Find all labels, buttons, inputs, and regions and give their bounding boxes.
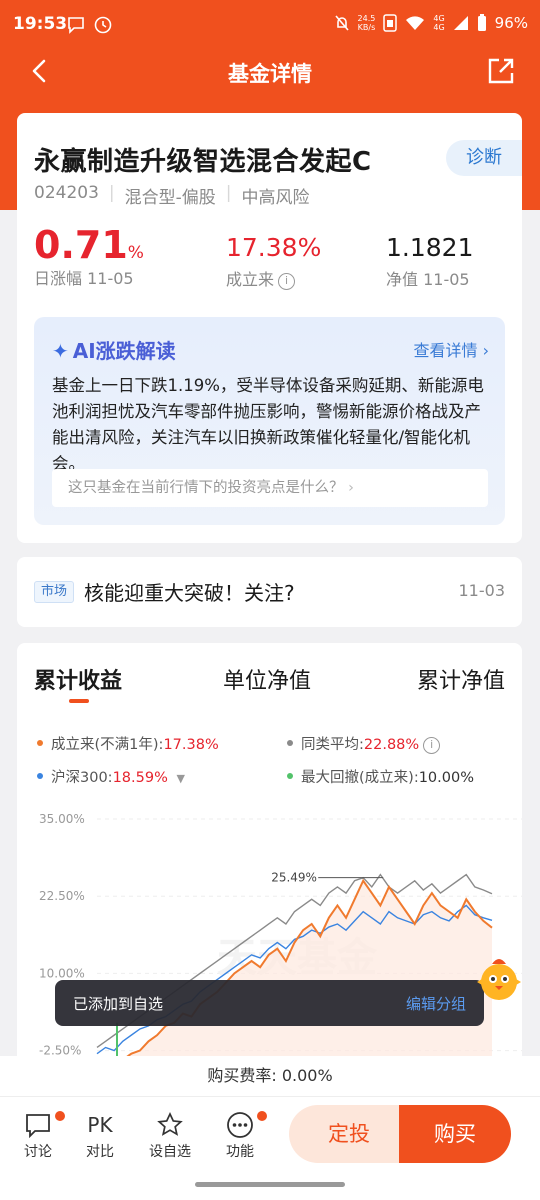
legend-hs300[interactable]: 沪深300:18.59% ▼ [37,766,185,787]
y-tick-label: -2.50% [39,1044,81,1056]
ai-analysis-box: ✦ AI涨跌解读 查看详情 › 基金上一日下跌1.19%，受半导体设备采购延期、新… [34,317,505,525]
y-tick-label: 22.50% [39,889,85,903]
fee-bar: 购买费率: 0.00% [0,1056,540,1096]
fee-value: 0.00% [281,1066,333,1085]
buy-button[interactable]: 购买 [399,1105,511,1163]
compare-button[interactable]: PK 对比 [75,1109,125,1161]
wifi-icon [406,16,425,30]
notification-icons [68,16,112,34]
fund-name: 永赢制造升级智选混合发起C [34,147,372,177]
news-tag: 市场 [34,581,74,603]
day-change-unit: % [127,243,144,263]
since-inception-metric[interactable]: 17.38% 成立来 i [226,233,321,290]
fee-label: 购买费率: [207,1066,277,1085]
active-tab-indicator [69,699,89,703]
edit-group-link[interactable]: 编辑分组 [406,993,466,1014]
info-icon[interactable]: i [278,273,296,290]
page-title: 基金详情 [228,62,312,86]
badge-dot [55,1111,65,1121]
chat-bubble-icon [26,1114,50,1138]
since-inception-value: 17.38% [226,233,322,262]
fund-info-card: 永赢制造升级智选混合发起C 诊断 024203 | 混合型-偏股 | 中高风险 … [17,113,522,543]
news-headline: 核能迎重大突破！关注? [84,581,295,605]
status-time: 19:53 [13,14,68,34]
news-date: 11-03 [458,581,506,600]
info-icon[interactable]: i [423,737,441,754]
tab-unit-nav[interactable]: 单位净值 [223,663,311,695]
toast: 已添加到自选 编辑分组 [55,980,484,1026]
status-right: 24.5 KB/s 4G 4G 96% [334,14,528,32]
news-card[interactable]: 市场 核能迎重大突破！关注? 11-03 [17,557,522,627]
signal-text: 4G 4G [433,14,445,32]
y-tick-label: 35.00% [39,812,85,826]
share-icon[interactable] [486,56,516,86]
battery-icon [477,14,486,31]
net-speed: 24.5 KB/s [357,14,376,32]
tab-cumulative-return[interactable]: 累计收益 [34,663,122,695]
tag-divider: | [225,183,232,203]
diagnose-button[interactable]: 诊断 [446,140,522,176]
legend-peer: 同类平均:22.88% i [287,733,441,754]
tab-cumulative-nav[interactable]: 累计净值 [417,663,505,695]
chevron-right-icon: › [482,341,489,360]
legend-self: 成立来(不满1年):17.38% [37,733,219,754]
more-functions-button[interactable]: 功能 [215,1109,267,1161]
sim-icon [383,14,398,32]
status-bar: 19:53 24.5 KB/s 4G 4G 96% [0,0,540,50]
day-change-metric: 0.71% 日涨幅 11-05 [34,223,144,289]
fixed-investment-button[interactable]: 定投 [289,1105,409,1163]
dropdown-triangle-icon: ▼ [176,772,185,785]
add-watchlist-button[interactable]: 设自选 [145,1109,195,1161]
chart-tabs: 累计收益 单位净值 累计净值 [17,663,522,713]
nav-value: 1.1821 [386,233,474,262]
home-indicator [195,1182,345,1187]
fund-risk: 中高风险 [241,188,310,208]
nav-label: 净值 11-05 [386,270,470,289]
since-inception-label: 成立来 [226,270,275,289]
more-dots-icon [227,1112,253,1138]
battery-level: 96% [494,14,528,32]
signal-icon [453,16,468,30]
nav-metric: 1.1821 净值 11-05 [386,233,473,290]
mute-icon [334,15,349,31]
badge-dot [257,1111,267,1121]
fund-tags: 024203 | 混合型-偏股 | 中高风险 [34,183,310,208]
day-change-label: 日涨幅 11-05 [34,269,134,288]
tag-divider: | [108,183,115,203]
pk-icon: PK [87,1113,113,1137]
toast-message: 已添加到自选 [73,995,164,1013]
ai-title: ✦ AI涨跌解读 [52,339,176,363]
mascot-chick-icon[interactable] [470,950,528,1008]
discuss-button[interactable]: 讨论 [13,1109,65,1161]
fund-code: 024203 [34,183,99,203]
annotation-label: 25.49% [271,871,317,885]
chevron-right-icon: › [348,480,354,496]
day-change-value: 0.71 [34,223,128,267]
ai-summary-text: 基金上一日下跌1.19%，受半导体设备采购延期、新能源电池利润担忧及汽车零部件抛… [52,376,484,473]
star-plus-icon [157,1112,183,1136]
self-area-fill [128,880,492,1056]
ai-view-details-link[interactable]: 查看详情 › [413,337,489,361]
sparkle-icon: ✦ [52,339,69,363]
ai-question-chip[interactable]: 这只基金在当前行情下的投资亮点是什么？ › [52,469,488,507]
fund-type: 混合型-偏股 [124,188,216,208]
nav-bar: 基金详情 [0,50,540,94]
legend-max-drawdown: 最大回撤(成立来):10.00% [287,766,474,787]
y-tick-label: 10.00% [39,966,85,980]
